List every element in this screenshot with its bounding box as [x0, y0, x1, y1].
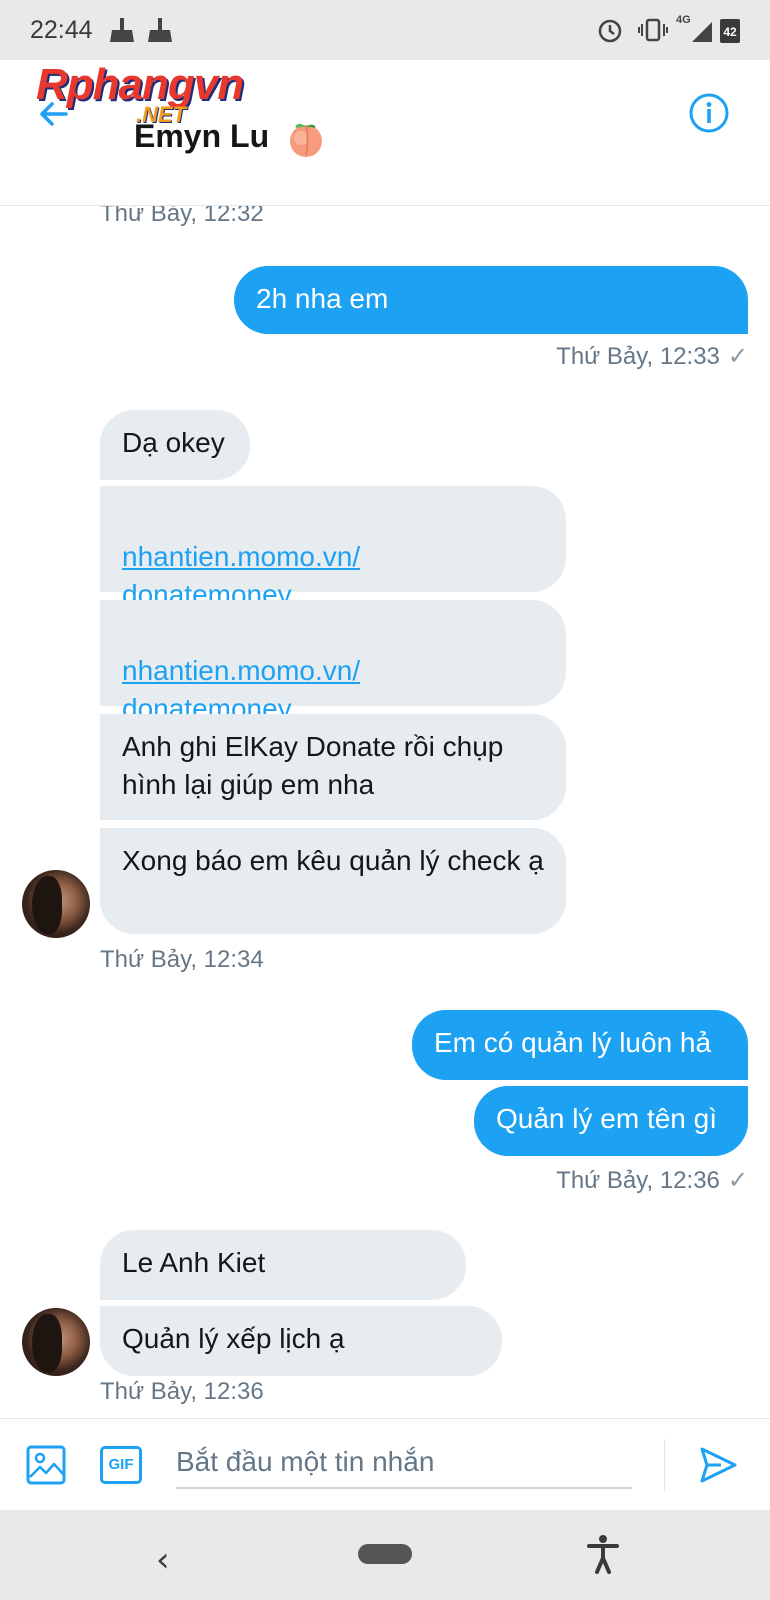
contact-name: Emyn Lu: [134, 118, 270, 154]
sent-check-icon: ✓: [727, 343, 748, 370]
message-composer: GIF: [0, 1418, 770, 1510]
status-bar: 22:44 4G 42: [0, 0, 770, 60]
incoming-message[interactable]: Anh ghi ElKay Donate rồi chụp hình lại g…: [100, 714, 566, 820]
avatar[interactable]: [22, 1308, 90, 1376]
contact-name-row[interactable]: Emyn Lu: [134, 118, 326, 159]
network-type: 4G: [676, 14, 691, 26]
message-timestamp-row: Thứ Bảy, 12:36 ✓: [556, 1166, 748, 1195]
accessibility-icon[interactable]: [586, 1534, 620, 1574]
incoming-message-link[interactable]: nhantien.momo.vn/ donatemoney: [100, 600, 566, 724]
avatar[interactable]: [22, 870, 90, 938]
message-input[interactable]: [176, 1437, 632, 1489]
incoming-message-link[interactable]: nhantien.momo.vn/ donatemoney: [100, 486, 566, 610]
gif-icon[interactable]: GIF: [100, 1446, 142, 1484]
message-timestamp: Thứ Bảy, 12:32: [100, 206, 264, 227]
broom-icon: [148, 18, 172, 42]
nav-back-button[interactable]: ‹: [156, 1540, 170, 1580]
message-thread[interactable]: Thứ Bảy, 12:32 2h nha em Thứ Bảy, 12:33 ✓…: [0, 206, 770, 1418]
status-time: 22:44: [30, 16, 93, 44]
divider: [664, 1439, 665, 1491]
outgoing-message[interactable]: Em có quản lý luôn hả: [412, 1010, 748, 1080]
message-timestamp: Thứ Bảy, 12:34: [100, 946, 264, 973]
message-timestamp: Thứ Bảy, 12:36: [556, 1167, 720, 1194]
signal-icon: [692, 22, 712, 42]
message-timestamp: Thứ Bảy, 12:33: [556, 343, 720, 370]
message-timestamp: Thứ Bảy, 12:36: [100, 1378, 264, 1405]
incoming-message[interactable]: Dạ okey: [100, 410, 250, 480]
alarm-icon: [598, 19, 622, 43]
incoming-message[interactable]: Xong báo em kêu quản lý check ạ: [100, 828, 566, 934]
image-icon[interactable]: [26, 1445, 66, 1485]
peach-emoji-icon: [290, 123, 323, 157]
message-timestamp-row: Thứ Bảy, 12:33 ✓: [556, 342, 748, 371]
system-nav-bar: ‹: [0, 1510, 770, 1600]
vibrate-icon: [638, 18, 668, 42]
info-icon[interactable]: [688, 92, 730, 134]
incoming-message[interactable]: Le Anh Kiet: [100, 1230, 466, 1300]
sent-check-icon: ✓: [727, 1167, 748, 1194]
outgoing-message[interactable]: Quản lý em tên gì: [474, 1086, 748, 1156]
broom-icon: [110, 18, 134, 42]
battery-icon: 42: [720, 19, 740, 43]
incoming-message[interactable]: Quản lý xếp lịch ạ: [100, 1306, 502, 1376]
outgoing-message[interactable]: 2h nha em: [234, 266, 748, 334]
send-icon[interactable]: [698, 1445, 738, 1485]
conversation-header: Rphangvn .NET Emyn Lu: [0, 60, 770, 206]
nav-home-button[interactable]: [358, 1544, 412, 1564]
